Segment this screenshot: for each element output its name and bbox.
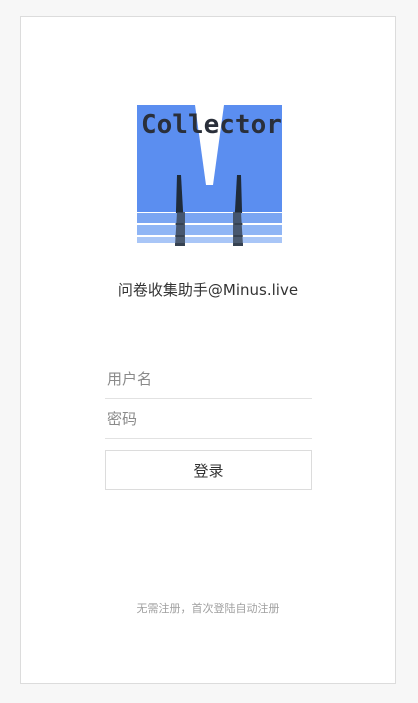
- app-title: 问卷收集助手@Minus.live: [117, 281, 299, 299]
- password-field[interactable]: [105, 399, 312, 439]
- auto-register-hint: 无需注册，首次登陆自动注册: [136, 602, 280, 615]
- logo-text: Collector: [141, 110, 282, 140]
- username-input[interactable]: [105, 359, 312, 398]
- login-button[interactable]: 登录: [105, 450, 312, 490]
- login-card: Collector 问卷收集助手@Minus.live 登录 无需注册，首次登陆…: [20, 16, 396, 684]
- username-field[interactable]: [105, 359, 312, 399]
- password-input[interactable]: [105, 399, 312, 438]
- collector-logo: Collector: [137, 105, 282, 246]
